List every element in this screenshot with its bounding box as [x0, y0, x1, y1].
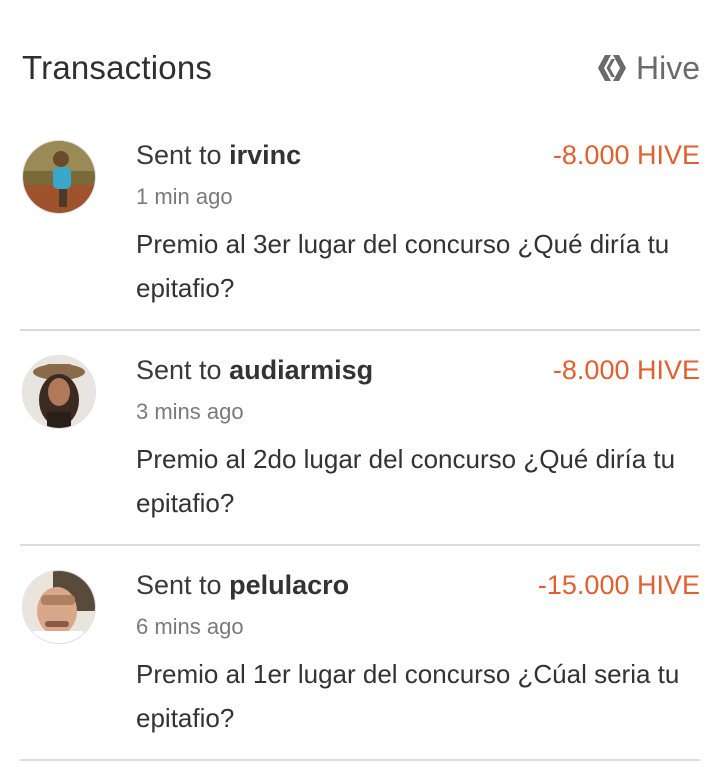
transfer-prefix: Sent to [136, 570, 230, 600]
transfer-description: Sent to pelulacro [136, 570, 349, 601]
transaction-list: Sent to irvinc -8.000 HIVE 1 min ago Pre… [20, 118, 700, 761]
user-avatar[interactable] [22, 140, 96, 214]
transfer-amount: -8.000 HIVE [552, 355, 700, 385]
transaction-row[interactable]: Sent to pelulacro -15.000 HIVE 6 mins ag… [20, 548, 700, 761]
transfer-prefix: Sent to [136, 355, 230, 385]
recipient-username[interactable]: audiarmisg [229, 355, 373, 385]
network-selector[interactable]: Hive [596, 50, 700, 87]
user-avatar[interactable] [22, 570, 96, 644]
transfer-memo: Premio al 2do lugar del concurso ¿Qué di… [136, 444, 676, 518]
transfer-time: 6 mins ago [136, 614, 244, 639]
transfer-time: 3 mins ago [136, 399, 244, 424]
transfer-amount: -8.000 HIVE [552, 140, 700, 170]
transaction-row[interactable]: Sent to audiarmisg -8.000 HIVE 3 mins ag… [20, 333, 700, 546]
recipient-username[interactable]: irvinc [229, 140, 301, 170]
transfer-time: 1 min ago [136, 184, 233, 209]
transfer-description: Sent to audiarmisg [136, 355, 373, 386]
recipient-username[interactable]: pelulacro [229, 570, 349, 600]
network-label: Hive [635, 49, 700, 86]
transactions-header: Transactions Hive [22, 40, 700, 96]
hive-logo-icon [596, 53, 630, 83]
transfer-description: Sent to irvinc [136, 140, 301, 171]
transfer-memo: Premio al 3er lugar del concurso ¿Qué di… [136, 229, 670, 303]
transaction-row[interactable]: Sent to irvinc -8.000 HIVE 1 min ago Pre… [20, 118, 700, 331]
transfer-memo: Premio al 1er lugar del concurso ¿Cúal s… [136, 659, 680, 733]
transfer-prefix: Sent to [136, 140, 230, 170]
user-avatar[interactable] [22, 355, 96, 429]
transfer-amount: -15.000 HIVE [537, 570, 700, 600]
page-title: Transactions [22, 49, 213, 86]
